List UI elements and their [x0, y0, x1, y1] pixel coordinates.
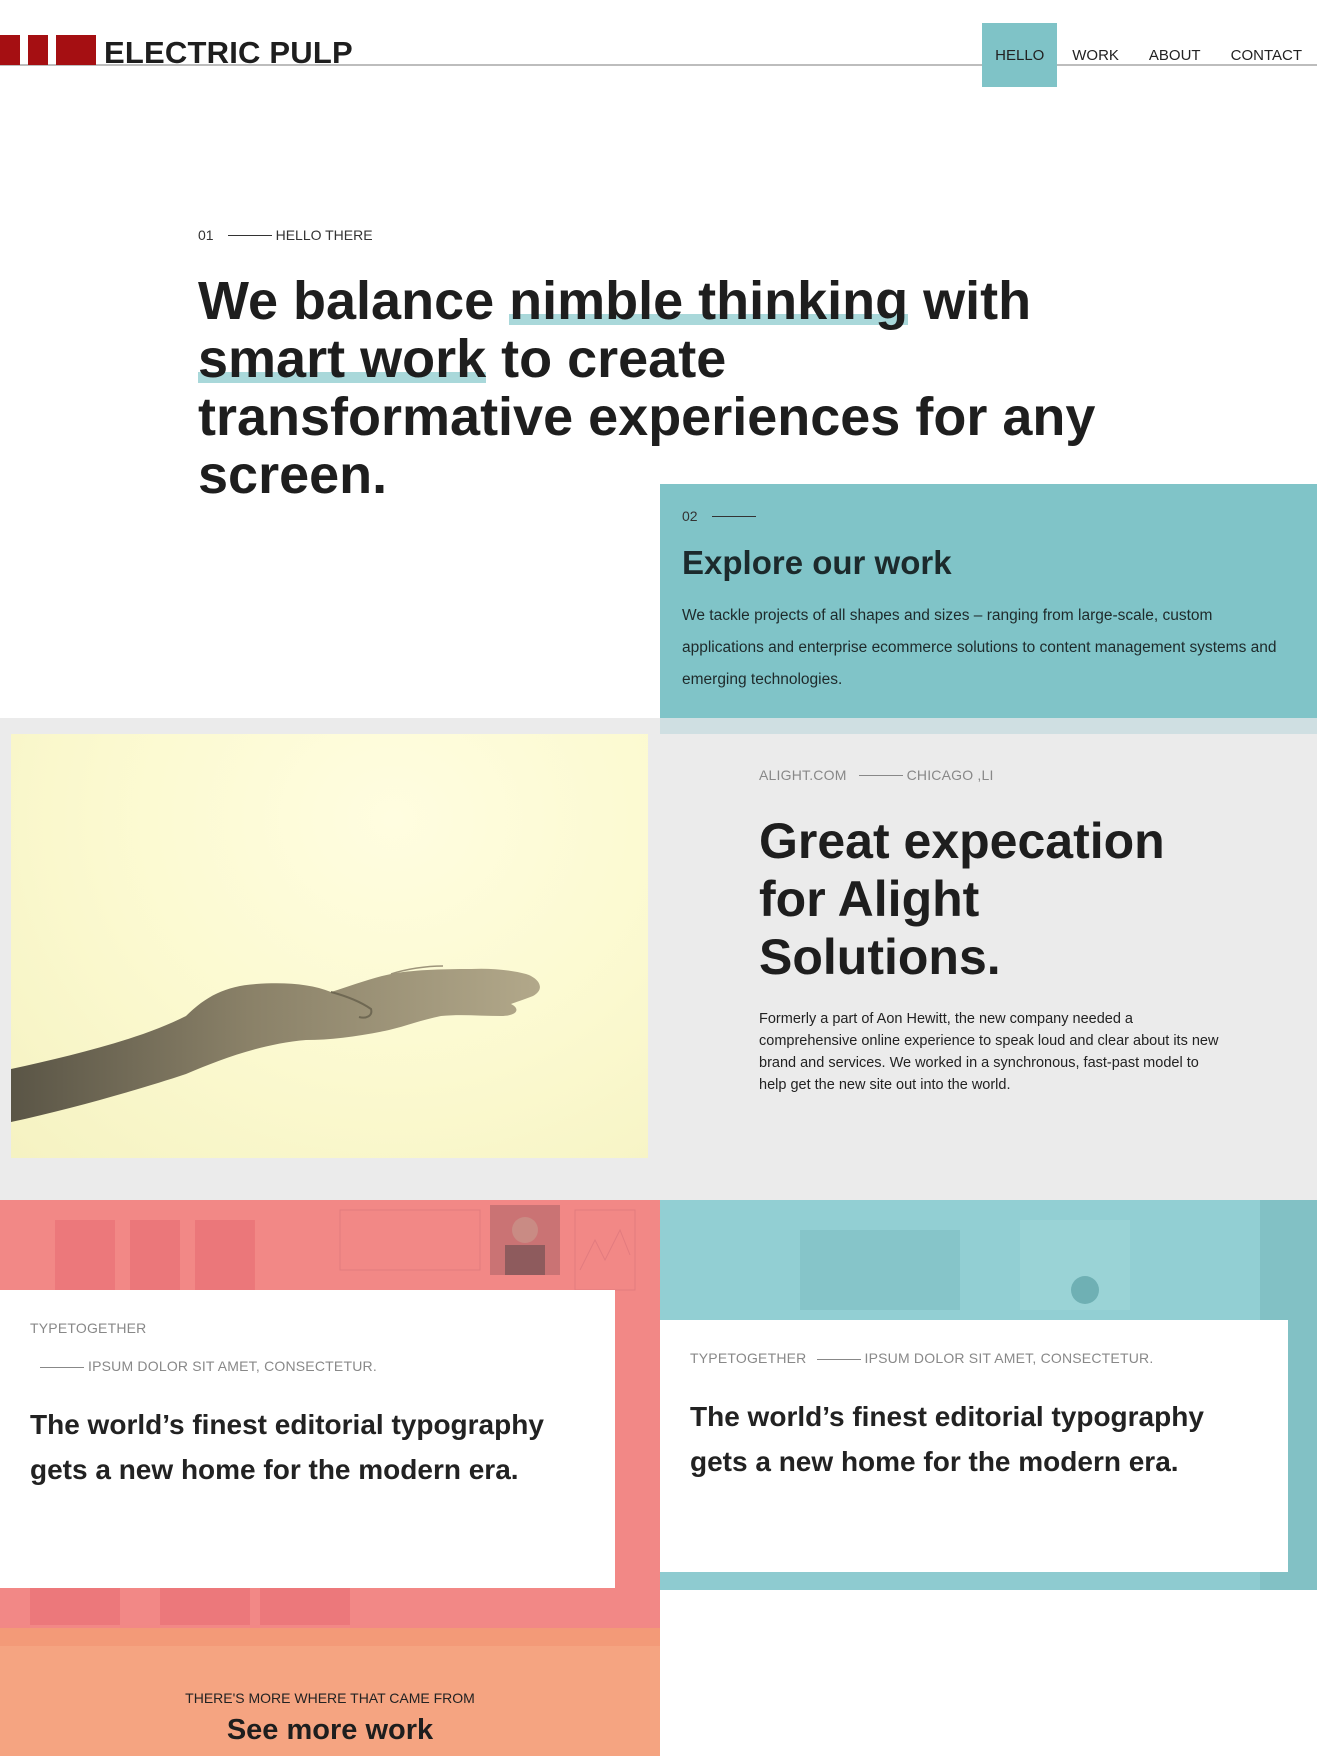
feature-client[interactable]: ALIGHT.COM	[759, 767, 847, 783]
highlight: smart work	[198, 329, 487, 389]
meta-rule	[40, 1366, 84, 1368]
highlight: nimble thinking	[509, 271, 909, 331]
explore-eyebrow: 02	[682, 508, 760, 524]
feature-description: Formerly a part of Aon Hewitt, the new c…	[759, 1011, 1219, 1093]
logo-text: ELECTRIC PULP	[104, 35, 353, 70]
card-tagline: IPSUM DOLOR SIT AMET, CONSECTETUR.	[30, 1358, 585, 1374]
card-title: The world’s finest editorial typography …	[690, 1401, 1204, 1477]
meta-rule	[816, 1358, 861, 1360]
explore-title: Explore our work	[682, 544, 952, 581]
see-more-kicker: THERE'S MORE WHERE THAT CAME FROM	[185, 1690, 475, 1706]
card-client: TYPETOGETHER	[30, 1320, 147, 1336]
project-card[interactable]: TYPETOGETHER IPSUM DOLOR SIT AMET, CONSE…	[0, 1290, 615, 1588]
project-card[interactable]: TYPETOGETHER IPSUM DOLOR SIT AMET, CONSEC…	[660, 1320, 1288, 1572]
feature-location: CHICAGO ,LI	[906, 767, 994, 783]
card-title: The world’s finest editorial typography …	[30, 1409, 544, 1485]
card-client: TYPETOGETHER	[690, 1350, 807, 1366]
eyebrow-label: HELLO THERE	[275, 227, 373, 243]
eyebrow-rule	[227, 234, 272, 236]
site-header: ELECTRIC PULP HELLO WORK ABOUT CONTACT	[0, 0, 1317, 90]
section-number: 01	[198, 227, 214, 243]
nav-hello[interactable]: HELLO	[982, 23, 1058, 87]
nav-about[interactable]: ABOUT	[1134, 23, 1216, 87]
eyebrow-rule	[711, 515, 756, 517]
hero-eyebrow: 01 HELLO THERE	[198, 227, 373, 243]
nav-work[interactable]: WORK	[1057, 23, 1134, 87]
explore-text: We tackle projects of all shapes and siz…	[682, 607, 1277, 688]
section-number: 02	[682, 508, 698, 524]
hand-illustration	[11, 965, 540, 1122]
feature-meta: ALIGHT.COM CHICAGO ,LI	[759, 767, 994, 783]
card-meta: TYPETOGETHER IPSUM DOLOR SIT AMET, CONSEC…	[690, 1350, 1258, 1366]
explore-section: 02 Explore our work We tackle projects o…	[660, 484, 1317, 718]
nav-contact[interactable]: CONTACT	[1216, 23, 1317, 87]
main-nav: HELLO WORK ABOUT CONTACT	[982, 23, 1317, 87]
see-more-link[interactable]: See more work	[0, 1714, 660, 1747]
logo-bar-icon	[56, 35, 96, 65]
hand-image[interactable]	[11, 734, 648, 1158]
hero-title: We balance nimble thinking with smart wo…	[198, 271, 1096, 505]
card-tagline: IPSUM DOLOR SIT AMET, CONSECTETUR.	[864, 1350, 1154, 1366]
strip-accent	[0, 1628, 660, 1646]
meta-rule	[858, 774, 903, 776]
band-accent	[660, 718, 1317, 734]
feature-title[interactable]: Great expecation for Alight Solutions.	[759, 812, 1189, 986]
logo-bar-icon	[0, 35, 20, 65]
logo-bar-icon	[28, 35, 48, 65]
